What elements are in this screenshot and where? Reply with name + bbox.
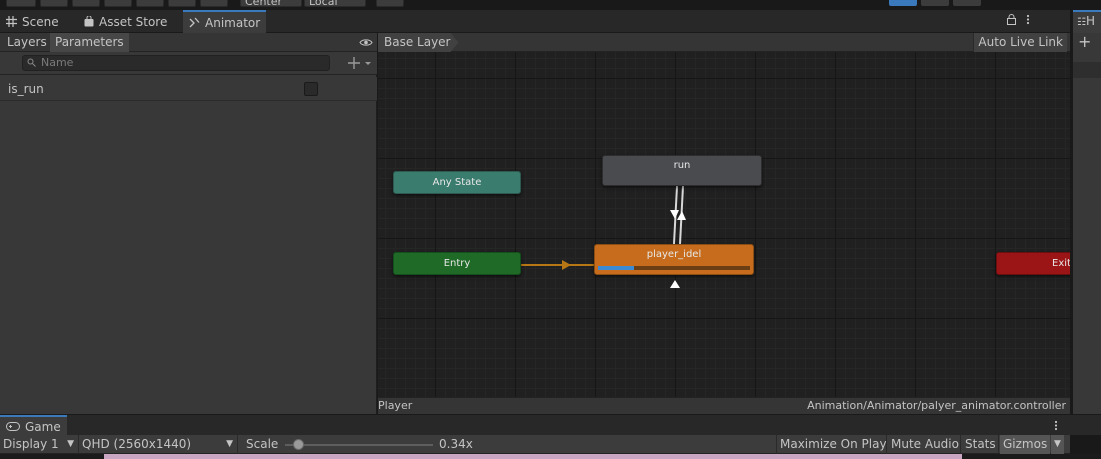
status-object-name: Player — [378, 399, 413, 412]
animator-icon — [189, 17, 200, 28]
mute-audio-toggle[interactable]: Mute Audio — [888, 435, 962, 454]
hierarchy-body — [1073, 53, 1101, 414]
move-tool-button[interactable] — [40, 0, 68, 7]
state-any-state[interactable]: Any State — [393, 171, 521, 194]
eye-icon[interactable] — [359, 38, 373, 47]
transitions — [521, 185, 686, 288]
search-icon — [27, 58, 36, 67]
toolbar-divider — [237, 435, 238, 454]
gamepad-icon — [6, 422, 20, 431]
game-toolbar: Display 1 ▼ QHD (2560x1440) ▼ Scale 0.34… — [0, 435, 1070, 454]
game-render-area — [104, 454, 962, 459]
tab-asset-store-label: Asset Store — [99, 14, 168, 29]
scale-label: Scale — [246, 437, 279, 451]
gizmos-toggle[interactable]: Gizmos — [1000, 435, 1051, 454]
state-exit[interactable]: Exit — [996, 252, 1070, 275]
tab-layers[interactable]: Layers — [2, 33, 52, 52]
hierarchy-panel: ☷H + — [1072, 10, 1101, 414]
tab-parameters[interactable]: Parameters — [50, 33, 129, 52]
scale-slider[interactable] — [285, 444, 433, 446]
step-button[interactable] — [953, 0, 981, 6]
state-progress-fill — [598, 266, 635, 270]
local-label: Local — [309, 0, 338, 8]
tab-asset-store[interactable]: Asset Store — [78, 10, 173, 33]
rect-tool-button[interactable] — [136, 0, 164, 7]
tab-scene-label: Scene — [22, 14, 59, 29]
animator-graph[interactable]: Base Layer Auto Live Link Any State Entr… — [378, 33, 1070, 414]
toolbar-divider — [998, 435, 999, 454]
up-arrow-icon — [677, 211, 686, 220]
center-label: Center — [245, 0, 283, 8]
tab-options — [1007, 14, 1030, 25]
more-options-icon[interactable] — [1026, 14, 1030, 25]
hand-tool-button[interactable] — [6, 0, 36, 7]
resolution-dropdown[interactable]: QHD (2560x1440) ▼ — [79, 435, 237, 454]
layers-parameters-tabs: Layers Parameters — [0, 33, 377, 52]
down-arrow-icon — [670, 210, 679, 219]
main-toolbar: Center Local — [0, 0, 1101, 10]
resolution-value: QHD (2560x1440) — [82, 437, 192, 451]
game-tabbar: Game — [0, 414, 1101, 436]
parameter-name: is_run — [8, 82, 44, 96]
stats-toggle[interactable]: Stats — [962, 435, 999, 454]
tab-game-label: Game — [25, 419, 61, 434]
status-controller-path: Animation/Animator/palyer_animator.contr… — [807, 399, 1066, 412]
gizmos-dropdown-icon[interactable]: ▼ — [1051, 435, 1064, 454]
parameters-panel: Layers Parameters Name is_run — [0, 33, 377, 414]
pivot-center-button[interactable]: Center — [240, 0, 302, 8]
state-player-idel[interactable]: player_idel — [594, 244, 754, 275]
tab-game[interactable]: Game — [0, 415, 67, 436]
state-progress-bar — [598, 266, 750, 270]
tab-hierarchy[interactable]: ☷H — [1073, 10, 1101, 33]
shopping-bag-icon — [84, 16, 94, 27]
hierarchy-list-icon: ☷ — [1077, 17, 1086, 28]
parameter-bool-checkbox[interactable] — [304, 82, 318, 96]
tab-scene[interactable]: Scene — [0, 10, 65, 33]
add-parameter-icon[interactable] — [348, 56, 374, 70]
hierarchy-item[interactable] — [1073, 62, 1101, 78]
scale-tool-button[interactable] — [104, 0, 132, 7]
state-run[interactable]: run — [602, 155, 762, 186]
parameter-search-input[interactable]: Name — [22, 55, 330, 71]
grid-snap-button[interactable] — [376, 0, 404, 7]
rotate-tool-button[interactable] — [72, 0, 100, 7]
state-player-idel-label: player_idel — [646, 249, 702, 260]
scale-value: 0.34x — [439, 437, 473, 451]
chevron-down-icon: ▼ — [226, 439, 233, 449]
hierarchy-add-button[interactable]: + — [1073, 33, 1101, 53]
tab-animator-label: Animator — [205, 15, 261, 30]
tab-animator[interactable]: Animator — [183, 10, 267, 33]
hash-icon — [6, 16, 17, 27]
display-value: Display 1 — [3, 437, 59, 451]
scale-slider-thumb[interactable] — [293, 439, 304, 450]
graph-status-bar: Player Animation/Animator/palyer_animato… — [378, 397, 1070, 414]
parameter-search-row: Name — [0, 52, 377, 75]
tab-hierarchy-label: H — [1085, 14, 1095, 28]
transform-tool-button[interactable] — [168, 0, 196, 7]
scene-tabbar: Scene Asset Store Animator — [0, 10, 1070, 33]
state-entry[interactable]: Entry — [393, 252, 521, 275]
play-button[interactable] — [889, 0, 917, 6]
pivot-local-button[interactable]: Local — [304, 0, 366, 8]
lock-icon[interactable] — [1007, 14, 1016, 25]
display-dropdown[interactable]: Display 1 ▼ — [0, 435, 78, 454]
maximize-on-play-toggle[interactable]: Maximize On Play — [777, 435, 890, 454]
pause-button[interactable] — [921, 0, 949, 6]
toolbar-divider — [960, 435, 961, 454]
search-placeholder: Name — [41, 56, 74, 69]
parameter-row[interactable]: is_run — [0, 77, 377, 101]
entry-transition-arrow — [562, 260, 571, 270]
game-more-options-icon[interactable] — [1054, 420, 1058, 431]
chevron-down-icon: ▼ — [67, 439, 74, 449]
custom-tool-button[interactable] — [200, 0, 228, 7]
any-state-indicator-icon — [670, 280, 680, 288]
toolbar-divider — [886, 435, 887, 454]
